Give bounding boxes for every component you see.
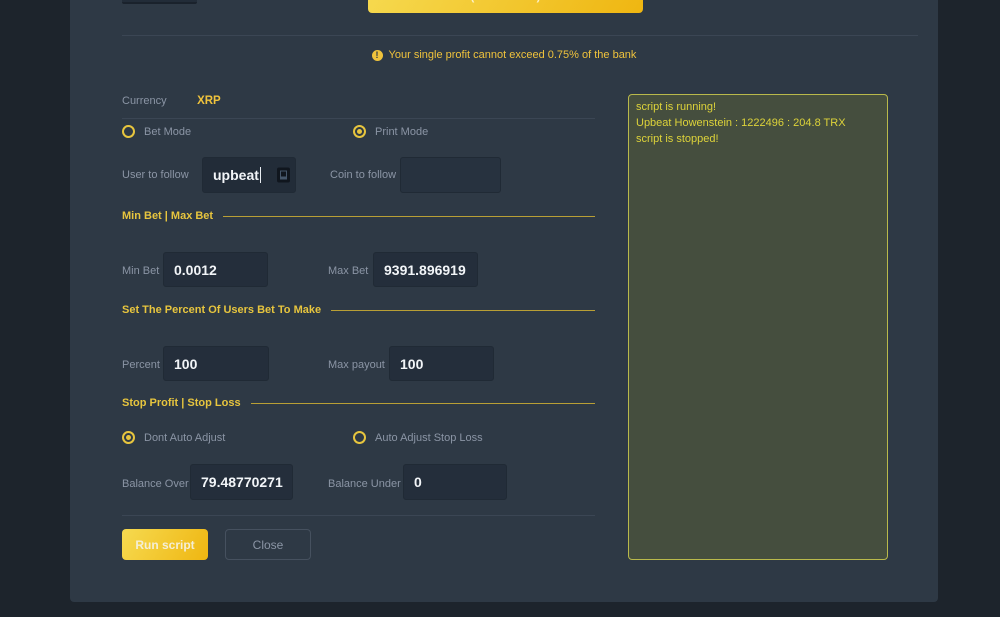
balance-under-label: Balance Under: [328, 478, 401, 490]
balance-under-input[interactable]: 0: [403, 464, 507, 500]
radio-circle-icon: [353, 125, 366, 138]
currency-value: XRP: [197, 95, 221, 107]
text-caret: [260, 167, 262, 183]
cutoff-input-field[interactable]: [122, 0, 197, 4]
max-payout-label: Max payout: [328, 359, 385, 371]
min-bet-label: Min Bet: [122, 265, 159, 277]
section-rule-line: [223, 216, 595, 217]
profit-warning: ! Your single profit cannot exceed 0.75%…: [70, 49, 938, 61]
radio-dont-auto-adjust[interactable]: Dont Auto Adjust: [122, 431, 225, 444]
radio-bet-mode[interactable]: Bet Mode: [122, 125, 191, 138]
balance-over-input[interactable]: 79.48770271: [190, 464, 293, 500]
radio-auto-adjust-stop-loss[interactable]: Auto Adjust Stop Loss: [353, 431, 483, 444]
divider-actions: [122, 515, 595, 516]
min-bet-input[interactable]: 0.0012: [163, 252, 268, 287]
dont-auto-adjust-label: Dont Auto Adjust: [144, 432, 225, 444]
balance-under-value: 0: [414, 474, 422, 490]
console-line: script is running!: [636, 99, 880, 115]
max-payout-input[interactable]: 100: [389, 346, 494, 381]
section-min-max-bet: Min Bet | Max Bet: [122, 210, 595, 222]
radio-circle-icon: [122, 125, 135, 138]
run-script-button[interactable]: Run script: [122, 529, 208, 560]
section-rule-line: [331, 310, 595, 311]
keyboard-icon[interactable]: [277, 168, 290, 183]
bet-mode-label: Bet Mode: [144, 126, 191, 138]
user-to-follow-input[interactable]: upbeat: [202, 157, 296, 193]
balance-over-label: Balance Over: [122, 478, 189, 490]
top-action-button[interactable]: (Num Round): [368, 0, 643, 13]
radio-circle-icon: [122, 431, 135, 444]
section-title: Set The Percent Of Users Bet To Make: [122, 304, 321, 316]
console-line: Upbeat Howenstein : 1222496 : 204.8 TRX: [636, 115, 880, 131]
section-title: Min Bet | Max Bet: [122, 210, 213, 222]
close-button[interactable]: Close: [225, 529, 311, 560]
min-bet-value: 0.0012: [174, 262, 217, 278]
max-bet-label: Max Bet: [328, 265, 368, 277]
script-settings-modal: (Num Round) ! Your single profit cannot …: [70, 0, 938, 602]
section-title: Stop Profit | Stop Loss: [122, 397, 241, 409]
top-action-button-label: (Num Round): [471, 0, 541, 3]
user-to-follow-value: upbeat: [213, 167, 259, 183]
auto-adjust-stop-loss-label: Auto Adjust Stop Loss: [375, 432, 483, 444]
balance-over-value: 79.48770271: [201, 474, 283, 490]
print-mode-label: Print Mode: [375, 126, 428, 138]
profit-warning-text: Your single profit cannot exceed 0.75% o…: [389, 49, 637, 61]
console-line: script is stopped!: [636, 131, 880, 147]
coin-to-follow-input[interactable]: [400, 157, 501, 193]
max-bet-input[interactable]: 9391.896919: [373, 252, 478, 287]
divider-top: [122, 35, 918, 36]
currency-label: Currency: [122, 95, 167, 107]
coin-to-follow-label: Coin to follow: [330, 169, 396, 181]
user-to-follow-label: User to follow: [122, 169, 189, 181]
script-output-console[interactable]: script is running! Upbeat Howenstein : 1…: [628, 94, 888, 560]
warning-exclamation-icon: !: [372, 50, 383, 61]
max-payout-value: 100: [400, 356, 423, 372]
percent-value: 100: [174, 356, 197, 372]
radio-print-mode[interactable]: Print Mode: [353, 125, 428, 138]
currency-row: Currency XRP: [122, 91, 221, 109]
section-percent: Set The Percent Of Users Bet To Make: [122, 304, 595, 316]
section-stop-profit-loss: Stop Profit | Stop Loss: [122, 397, 595, 409]
percent-label: Percent: [122, 359, 160, 371]
percent-input[interactable]: 100: [163, 346, 269, 381]
page-background: { "top": { "button_label": "(Num Round)"…: [0, 0, 1000, 617]
section-rule-line: [251, 403, 595, 404]
max-bet-value: 9391.896919: [384, 262, 466, 278]
divider-currency: [122, 118, 595, 119]
radio-circle-icon: [353, 431, 366, 444]
